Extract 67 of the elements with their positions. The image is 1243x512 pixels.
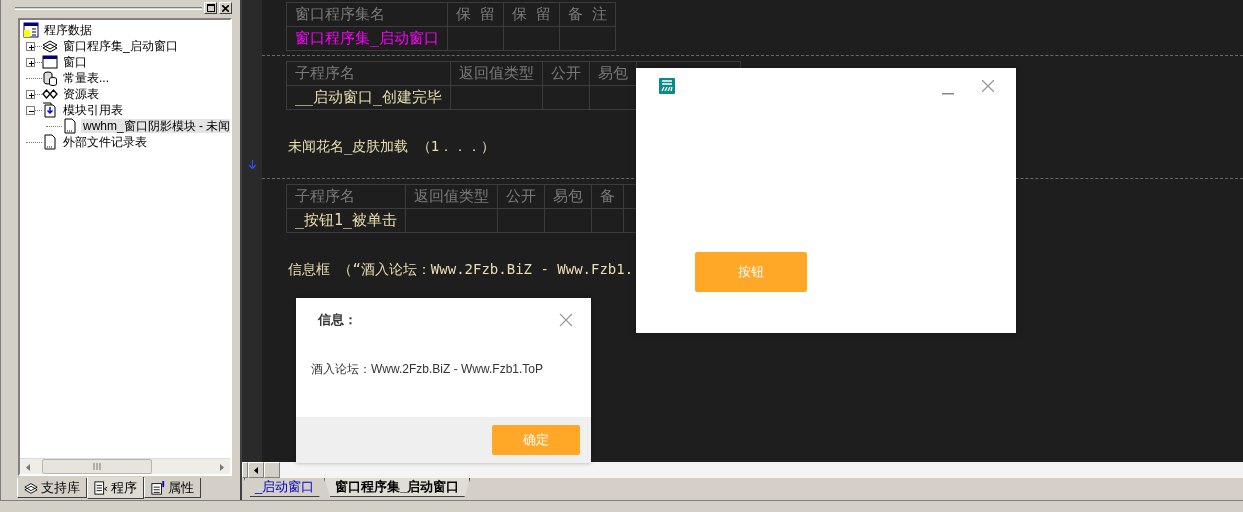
- expander-button[interactable]: [26, 89, 35, 99]
- table-cell: _按钮1_被单击: [286, 208, 406, 233]
- tree-item[interactable]: 窗口: [61, 55, 89, 69]
- scroll-left-icon: [26, 463, 30, 471]
- program-icon: [23, 22, 39, 38]
- close-icon: [559, 313, 573, 327]
- scroll-left-icon: [254, 466, 258, 474]
- scroll-thumb[interactable]: [42, 459, 152, 474]
- tree-item[interactable]: 窗口程序集_启动窗口: [61, 39, 180, 53]
- window-icon: [42, 54, 58, 70]
- code-line: 未闻花名_皮肤加载 （1．．．）: [288, 136, 496, 157]
- code-line: 信息框 （“酒入论坛：Www.2Fzb.BiZ - Www.Fzb1.: [288, 259, 634, 279]
- editor-tab[interactable]: 窗口程序集_启动窗口: [324, 478, 471, 497]
- properties-icon: [151, 480, 165, 495]
- down-arrow-icon: [247, 160, 257, 169]
- column-header: 窗口程序集名: [286, 2, 448, 27]
- horizontal-scrollbar[interactable]: [20, 458, 230, 474]
- column-header: 公开: [497, 184, 545, 209]
- column-header: 易包: [544, 184, 592, 209]
- document-icon: [62, 118, 78, 134]
- panel-tab[interactable]: 程序: [87, 477, 144, 499]
- dialog-title: 信息：: [318, 311, 357, 330]
- tree-item[interactable]: 外部文件记录表: [61, 135, 149, 149]
- panel-tab[interactable]: 支持库: [17, 478, 87, 498]
- horizontal-scrollbar[interactable]: [242, 462, 1243, 478]
- table-cell: __启动窗口_创建完毕: [286, 85, 451, 110]
- stack-icon: [24, 480, 38, 495]
- database-icon: [42, 70, 58, 86]
- plus-icon: [28, 60, 35, 66]
- close-icon: [222, 4, 229, 12]
- tree-item[interactable]: 模块引用表: [61, 103, 125, 117]
- tree-item[interactable]: 资源表: [61, 87, 101, 101]
- minus-icon: [28, 110, 35, 112]
- tree-item[interactable]: 常量表...: [61, 71, 111, 85]
- column-header: 保 留: [447, 2, 504, 27]
- expander-button[interactable]: [26, 41, 35, 51]
- dialog-message: 酒入论坛：Www.2Fzb.BiZ - Www.Fzb1.ToP: [311, 362, 544, 376]
- expander-button[interactable]: [26, 57, 35, 67]
- splitter-handle[interactable]: [242, 462, 248, 478]
- column-header: 公开: [542, 61, 590, 86]
- tree-item[interactable]: wwhm_窗口阴影模块 - 未闻: [81, 119, 230, 133]
- column-header: 返回值类型: [405, 184, 498, 209]
- restore-icon: [206, 4, 215, 12]
- expander-button[interactable]: [26, 105, 35, 115]
- logo-icon: [659, 78, 675, 94]
- column-header: 子程序名: [286, 61, 451, 86]
- restore-button[interactable]: [204, 2, 217, 14]
- scroll-left-button[interactable]: [248, 462, 264, 478]
- close-icon: [982, 80, 994, 92]
- table-cell: 窗口程序集_启动窗口: [286, 26, 448, 51]
- panel-tab[interactable]: 属性: [144, 478, 201, 498]
- document-icon: [94, 480, 108, 495]
- document-icon: [42, 134, 58, 150]
- column-header: 返回值类型: [450, 61, 543, 86]
- column-header: 子程序名: [286, 184, 406, 209]
- column-header: 备: [591, 184, 624, 209]
- grip-icon: [92, 463, 102, 470]
- stack-icon: [42, 38, 58, 54]
- column-header: 备 注: [559, 2, 616, 27]
- column-header: 保 留: [503, 2, 560, 27]
- document-arrow-icon: [42, 102, 58, 118]
- plus-icon: [28, 44, 35, 50]
- plus-icon: [28, 92, 35, 98]
- tree-item[interactable]: 程序数据: [42, 23, 94, 37]
- minimize-icon: [942, 93, 954, 95]
- editor-tab[interactable]: _启动窗口: [244, 478, 326, 497]
- scroll-right-icon: [220, 463, 224, 471]
